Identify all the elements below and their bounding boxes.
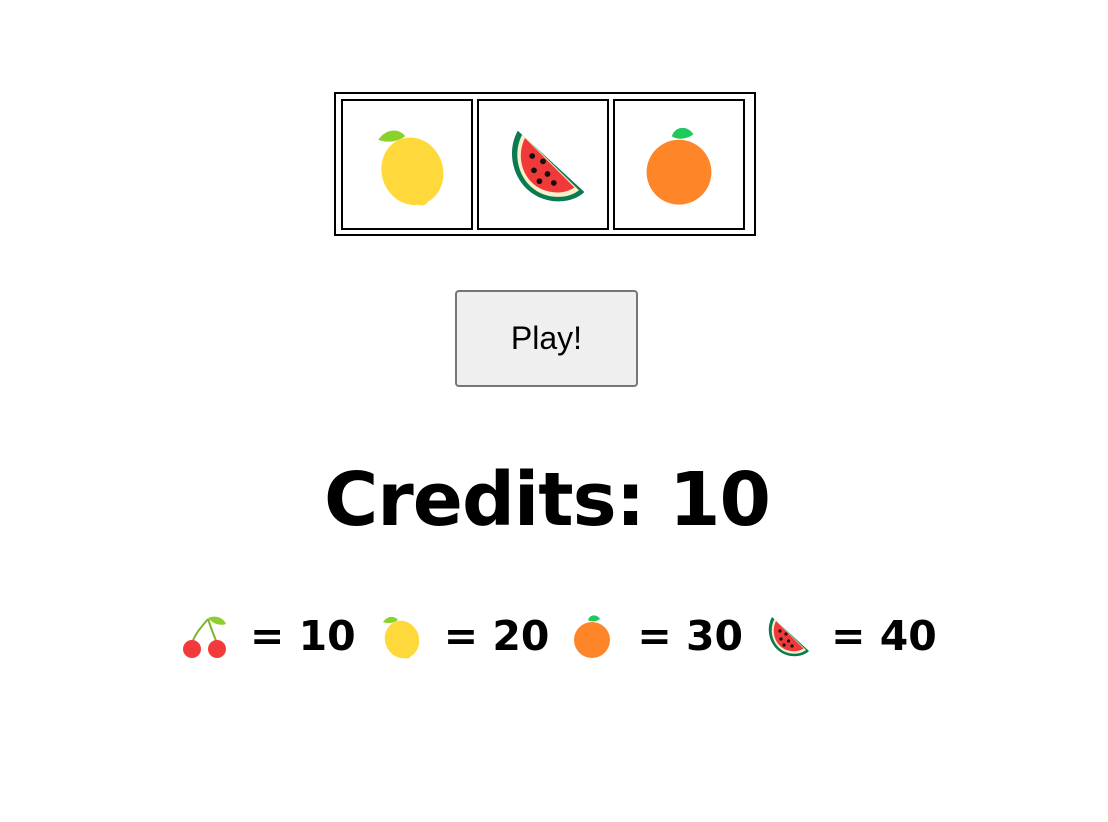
lemon-icon (372, 609, 426, 663)
paytable-entry-orange: = 30 (565, 609, 759, 663)
slot-reels (334, 92, 756, 236)
paytable-value: = 40 (831, 612, 937, 660)
watermelon-icon (759, 609, 813, 663)
reel-2 (477, 99, 609, 230)
paytable-entry-cherry: = 10 (178, 609, 372, 663)
paytable-value: = 20 (443, 612, 550, 660)
paytable-entry-watermelon: = 40 (759, 609, 953, 663)
paytable-value: = 10 (250, 612, 356, 660)
paytable-entry-lemon: = 20 (372, 609, 566, 663)
credits-display: Credits: 10 (323, 457, 771, 543)
lemon-icon (362, 120, 452, 210)
play-button[interactable]: Play! (455, 290, 638, 387)
paytable-value: = 30 (637, 612, 744, 660)
reel-3 (613, 99, 745, 230)
orange-icon (565, 609, 619, 663)
cherry-icon (178, 609, 232, 663)
orange-icon (634, 120, 724, 210)
reel-1 (341, 99, 473, 230)
paytable: = 10 = 20 = 30 = 40 (178, 606, 953, 666)
watermelon-icon (498, 120, 588, 210)
